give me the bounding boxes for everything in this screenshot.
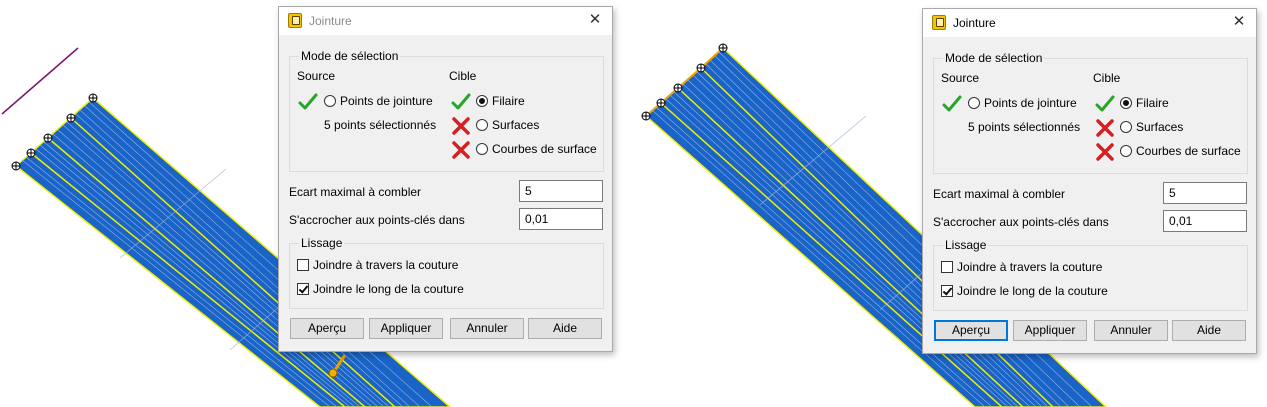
title-bar[interactable]: Jointure ✕ bbox=[923, 9, 1256, 37]
target-curves-radio[interactable] bbox=[1120, 145, 1132, 157]
source-points-radio[interactable] bbox=[324, 95, 336, 107]
max-gap-input[interactable]: 5 bbox=[1163, 182, 1247, 204]
target-header: Cible bbox=[1093, 71, 1121, 85]
wire-line bbox=[1, 47, 79, 115]
close-icon[interactable]: ✕ bbox=[1232, 14, 1246, 30]
cross-icon bbox=[452, 117, 470, 135]
join-across-label[interactable]: Joindre à travers la couture bbox=[957, 260, 1102, 274]
cancel-button[interactable]: Annuler bbox=[450, 318, 524, 339]
join-across-checkbox[interactable] bbox=[941, 261, 953, 273]
max-gap-label: Ecart maximal à combler bbox=[933, 187, 1066, 201]
jointure-dialog[interactable]: Jointure ✕ Mode de sélection Source Cibl… bbox=[922, 8, 1257, 354]
target-surfaces-label[interactable]: Surfaces bbox=[1136, 120, 1183, 134]
title-bar[interactable]: Jointure ✕ bbox=[279, 7, 612, 35]
source-header: Source bbox=[297, 69, 336, 83]
snap-label: S'accrocher aux points-clés dans bbox=[933, 215, 1109, 229]
source-points-label[interactable]: Points de jointure bbox=[340, 94, 433, 108]
target-filaire-radio[interactable] bbox=[1120, 97, 1132, 109]
join-along-checkbox[interactable] bbox=[297, 283, 309, 295]
check-icon bbox=[298, 93, 318, 110]
help-button[interactable]: Aide bbox=[528, 318, 602, 339]
apply-button[interactable]: Appliquer bbox=[1013, 320, 1087, 341]
group-title: Lissage bbox=[943, 238, 989, 252]
help-button[interactable]: Aide bbox=[1172, 320, 1246, 341]
dialog-title: Jointure bbox=[953, 16, 996, 30]
group-title: Lissage bbox=[299, 236, 345, 250]
target-filaire-radio[interactable] bbox=[476, 95, 488, 107]
target-curves-radio[interactable] bbox=[476, 143, 488, 155]
join-across-checkbox[interactable] bbox=[297, 259, 309, 271]
check-icon bbox=[451, 93, 471, 110]
group-title: Mode de sélection bbox=[943, 51, 1045, 65]
apply-button[interactable]: Appliquer bbox=[369, 318, 443, 339]
source-info: 5 points sélectionnés bbox=[324, 118, 437, 132]
source-points-radio[interactable] bbox=[968, 97, 980, 109]
join-along-label[interactable]: Joindre le long de la couture bbox=[957, 284, 1108, 298]
check-icon bbox=[942, 95, 962, 112]
join-across-label[interactable]: Joindre à travers la couture bbox=[313, 258, 458, 272]
max-gap-input[interactable]: 5 bbox=[519, 180, 603, 202]
target-header: Cible bbox=[449, 69, 477, 83]
check-icon bbox=[1095, 95, 1115, 112]
close-icon[interactable]: ✕ bbox=[588, 12, 602, 28]
target-surfaces-radio[interactable] bbox=[476, 119, 488, 131]
app-icon bbox=[288, 13, 302, 28]
snap-label: S'accrocher aux points-clés dans bbox=[289, 213, 465, 227]
target-filaire-label[interactable]: Filaire bbox=[1136, 96, 1169, 110]
target-filaire-label[interactable]: Filaire bbox=[492, 94, 525, 108]
preview-button[interactable]: Aperçu bbox=[934, 320, 1008, 341]
join-along-label[interactable]: Joindre le long de la couture bbox=[313, 282, 464, 296]
target-surfaces-radio[interactable] bbox=[1120, 121, 1132, 133]
app-icon bbox=[932, 15, 946, 30]
target-curves-label[interactable]: Courbes de surface bbox=[492, 142, 597, 156]
target-surfaces-label[interactable]: Surfaces bbox=[492, 118, 539, 132]
smoothing-group: Lissage bbox=[289, 236, 604, 309]
dialog-title: Jointure bbox=[309, 14, 352, 28]
jointure-dialog[interactable]: Jointure ✕ Mode de sélection Source Cibl… bbox=[278, 6, 613, 352]
group-title: Mode de sélection bbox=[299, 49, 401, 63]
source-info: 5 points sélectionnés bbox=[968, 120, 1081, 134]
cancel-button[interactable]: Annuler bbox=[1094, 320, 1168, 341]
source-header: Source bbox=[941, 71, 980, 85]
target-curves-label[interactable]: Courbes de surface bbox=[1136, 144, 1241, 158]
cross-icon bbox=[452, 141, 470, 159]
snap-input[interactable]: 0,01 bbox=[1163, 210, 1247, 232]
smoothing-group: Lissage bbox=[933, 238, 1248, 311]
cross-icon bbox=[1096, 143, 1114, 161]
cross-icon bbox=[1096, 119, 1114, 137]
preview-button[interactable]: Aperçu bbox=[290, 318, 364, 339]
source-points-label[interactable]: Points de jointure bbox=[984, 96, 1077, 110]
snap-input[interactable]: 0,01 bbox=[519, 208, 603, 230]
max-gap-label: Ecart maximal à combler bbox=[289, 185, 422, 199]
join-along-checkbox[interactable] bbox=[941, 285, 953, 297]
